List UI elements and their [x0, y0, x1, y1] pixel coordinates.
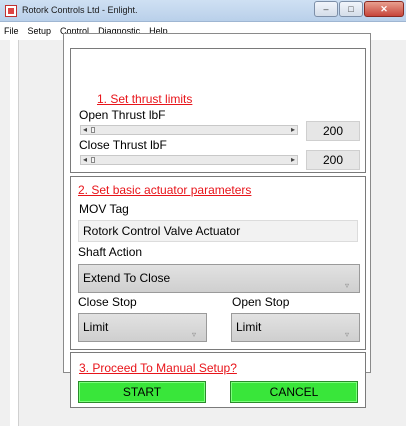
close-thrust-label: Close Thrust lbF [79, 138, 167, 152]
slider-thumb[interactable] [91, 157, 95, 163]
close-stop-label: Close Stop [78, 295, 137, 309]
open-thrust-slider[interactable]: ◂ ▸ [80, 125, 298, 135]
chevron-down-icon: ▿ [192, 330, 197, 339]
chevron-down-icon: ▿ [345, 281, 350, 290]
manual-setup-heading: 3. Proceed To Manual Setup? [79, 361, 237, 375]
maximize-button[interactable]: □ [339, 1, 363, 17]
start-button[interactable]: START [78, 381, 206, 403]
slider-left-arrow-icon[interactable]: ◂ [83, 155, 87, 165]
app-icon [5, 5, 17, 17]
shaft-action-label: Shaft Action [78, 245, 143, 259]
thrust-limits-heading: 1. Set thrust limits [97, 92, 193, 106]
cancel-button[interactable]: CANCEL [230, 381, 358, 403]
open-stop-dropdown[interactable]: Limit ▿ [231, 313, 360, 342]
open-thrust-value: 200 [306, 121, 360, 141]
minimize-button[interactable]: – [314, 1, 338, 17]
menu-file[interactable]: File [4, 26, 19, 36]
left-border [10, 40, 19, 426]
open-stop-label: Open Stop [232, 295, 290, 309]
close-stop-dropdown[interactable]: Limit ▿ [78, 313, 207, 342]
shaft-action-value: Extend To Close [83, 271, 171, 285]
shaft-action-dropdown[interactable]: Extend To Close ▿ [78, 264, 360, 293]
slider-right-arrow-icon[interactable]: ▸ [291, 125, 295, 135]
slider-left-arrow-icon[interactable]: ◂ [83, 125, 87, 135]
window-title: Rotork Controls Ltd - Enlight. [22, 5, 138, 15]
close-thrust-value: 200 [306, 150, 360, 170]
close-thrust-slider[interactable]: ◂ ▸ [80, 155, 298, 165]
close-stop-value: Limit [83, 320, 109, 334]
close-button[interactable]: ✕ [364, 1, 404, 17]
mov-tag-label: MOV Tag [79, 202, 129, 216]
mov-tag-field[interactable]: Rotork Control Valve Actuator [78, 220, 358, 242]
menu-setup[interactable]: Setup [28, 26, 52, 36]
slider-thumb[interactable] [91, 127, 95, 133]
slider-right-arrow-icon[interactable]: ▸ [291, 155, 295, 165]
window-controls: – □ ✕ [313, 1, 404, 17]
actuator-params-heading: 2. Set basic actuator parameters [78, 183, 252, 197]
chevron-down-icon: ▿ [345, 330, 350, 339]
title-bar: Rotork Controls Ltd - Enlight. – □ ✕ [0, 0, 406, 22]
open-stop-value: Limit [236, 320, 262, 334]
open-thrust-label: Open Thrust lbF [79, 108, 166, 122]
